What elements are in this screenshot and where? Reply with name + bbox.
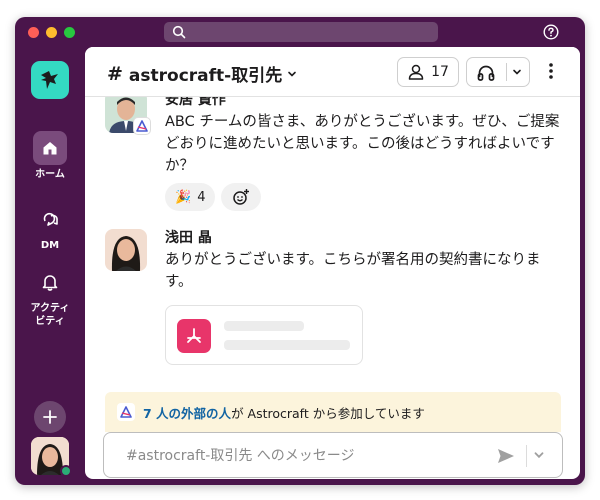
file-meta-placeholder xyxy=(224,340,350,350)
rail-item-label: アクティ ビティ xyxy=(30,303,70,327)
home-icon xyxy=(33,131,67,165)
message-author[interactable]: 安居 賢作 xyxy=(165,97,565,109)
message-list: 安居 賢作 ABC チームの皆さま、ありがとうございます。ぜひ、ご提案どおりに進… xyxy=(85,97,580,387)
more-options-icon[interactable] xyxy=(547,61,555,81)
minimize-window-button[interactable] xyxy=(46,27,57,38)
send-icon[interactable] xyxy=(496,446,516,466)
presence-indicator xyxy=(60,465,72,477)
channel-view: # astrocraft-取引先 17 安居 賢作 ABC チームの皆さま、あり… xyxy=(85,47,580,479)
zoom-window-button[interactable] xyxy=(64,27,75,38)
plus-icon xyxy=(43,410,57,424)
file-name-placeholder xyxy=(224,321,304,331)
search-bar[interactable] xyxy=(164,22,438,42)
message-input[interactable] xyxy=(126,445,456,467)
rail-item-dm[interactable]: DM xyxy=(15,202,85,252)
author-avatar[interactable] xyxy=(105,229,147,271)
person-icon xyxy=(408,64,424,80)
rail-item-label: DM xyxy=(40,240,60,251)
file-attachment[interactable] xyxy=(165,305,363,365)
huddle-divider xyxy=(506,63,507,81)
rail-item-home[interactable]: ホーム xyxy=(15,131,85,181)
chevron-down-icon xyxy=(288,71,297,77)
member-count: 17 xyxy=(431,64,449,80)
add-reaction-button[interactable] xyxy=(221,183,262,211)
reaction-bar: 🎉 4 xyxy=(165,183,565,211)
headphones-icon xyxy=(477,65,495,81)
search-icon xyxy=(172,25,186,39)
author-photo-icon xyxy=(105,229,147,271)
message-text: ABC チームの皆さま、ありがとうございます。ぜひ、ご提案どおりに進めたいと思い… xyxy=(165,114,560,174)
workspace-rail: ホーム DM アクティ ビティ xyxy=(15,47,85,485)
chevron-down-icon[interactable] xyxy=(511,66,523,78)
channel-header: # astrocraft-取引先 17 xyxy=(85,47,580,97)
channel-hash: # xyxy=(107,62,123,85)
send-divider xyxy=(526,445,527,467)
bird-logo-icon xyxy=(41,71,58,89)
chevron-down-icon[interactable] xyxy=(532,448,546,462)
party-popper-icon: 🎉 xyxy=(175,189,192,205)
help-icon[interactable] xyxy=(543,24,559,40)
channel-name: astrocraft-取引先 xyxy=(128,66,283,86)
app-window: ホーム DM アクティ ビティ # astrocraft-取引先 17 安居 賢… xyxy=(15,17,585,485)
add-workspace-button[interactable] xyxy=(34,401,66,433)
pdf-icon xyxy=(177,319,211,353)
rail-item-label: ホーム xyxy=(35,169,65,180)
rail-item-activity[interactable]: アクティ ビティ xyxy=(15,265,85,328)
reaction-count: 4 xyxy=(197,189,206,205)
close-window-button[interactable] xyxy=(28,27,39,38)
channel-title-button[interactable]: # astrocraft-取引先 xyxy=(107,61,298,86)
banner-text: が Astrocraft から参加しています xyxy=(231,405,425,421)
workspace-logo[interactable] xyxy=(31,61,69,99)
bell-icon xyxy=(33,265,67,299)
add-emoji-icon xyxy=(233,189,250,205)
huddle-button[interactable] xyxy=(466,57,530,87)
external-people-link[interactable]: 7 人の外部の人 xyxy=(143,406,231,421)
reaction-pill[interactable]: 🎉 4 xyxy=(165,183,216,211)
members-button[interactable]: 17 xyxy=(397,57,459,87)
message-text: ありがとうございます。こちらが署名用の契約書になります。 xyxy=(165,252,541,290)
message-author[interactable]: 浅田 晶 xyxy=(165,229,565,247)
dm-icon xyxy=(33,202,67,236)
astrocraft-logo-icon xyxy=(117,403,135,421)
message-composer xyxy=(103,432,563,478)
astrocraft-logo-icon xyxy=(136,120,148,132)
external-org-badge xyxy=(133,117,151,135)
title-bar xyxy=(15,17,585,47)
external-people-banner: 7 人の外部の人が Astrocraft から参加しています xyxy=(105,392,561,432)
